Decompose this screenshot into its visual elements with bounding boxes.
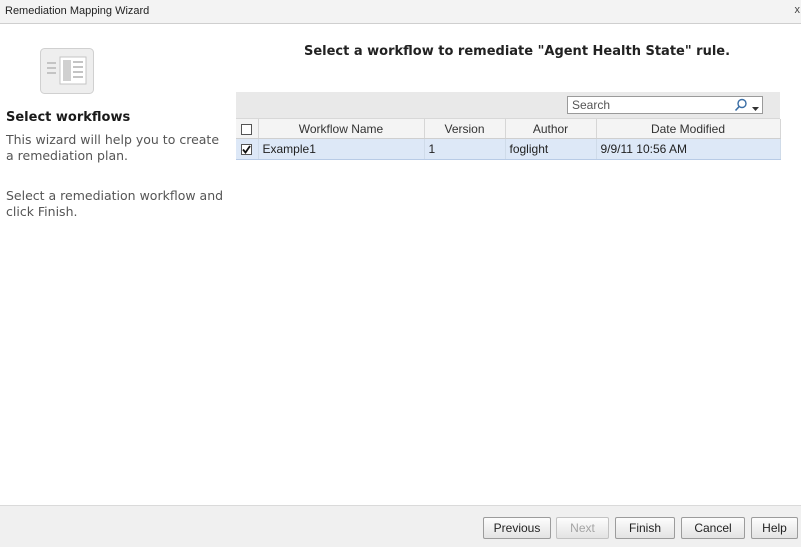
search-box: [567, 96, 763, 114]
wizard-footer: Previous Next Finish Cancel Help: [0, 505, 801, 547]
row-checkbox[interactable]: [241, 144, 253, 156]
cell-workflow-name: Example1: [258, 138, 425, 160]
wizard-list-icon: [40, 48, 94, 94]
step-heading: Select workflows: [6, 110, 131, 125]
title-bar: Remediation Mapping Wizard x: [0, 0, 801, 24]
step-description: This wizard will help you to create a re…: [6, 132, 220, 163]
column-header-author[interactable]: Author: [505, 119, 597, 139]
column-header-workflow-name[interactable]: Workflow Name: [258, 119, 425, 139]
workflow-grid: Workflow Name Version Author Date Modifi…: [236, 92, 781, 160]
column-header-date-modified[interactable]: Date Modified: [596, 119, 781, 139]
cell-date-modified: 9/9/11 10:56 AM: [596, 138, 781, 160]
table-row[interactable]: Example1 1 foglight 9/9/11 10:56 AM: [236, 138, 781, 160]
workflow-table: Workflow Name Version Author Date Modifi…: [236, 119, 781, 160]
select-all-checkbox[interactable]: [241, 123, 253, 135]
help-button[interactable]: Help: [751, 517, 798, 539]
table-header-row: Workflow Name Version Author Date Modifi…: [236, 119, 781, 139]
previous-button[interactable]: Previous: [483, 517, 551, 539]
page-title: Select a workflow to remediate "Agent He…: [303, 44, 731, 59]
finish-button[interactable]: Finish: [615, 517, 675, 539]
select-all-checkbox-cell[interactable]: [236, 119, 259, 139]
grid-toolbar: [236, 92, 780, 119]
step-instructions: Select a remediation workflow and click …: [6, 188, 224, 219]
next-button[interactable]: Next: [556, 517, 609, 539]
chevron-down-icon[interactable]: [752, 102, 759, 111]
window-title: Remediation Mapping Wizard: [5, 5, 150, 17]
column-header-version[interactable]: Version: [424, 119, 506, 139]
cell-author: foglight: [505, 138, 597, 160]
search-icon[interactable]: [734, 98, 748, 112]
cancel-button[interactable]: Cancel: [681, 517, 745, 539]
search-input[interactable]: [570, 97, 722, 113]
row-checkbox-cell[interactable]: [236, 138, 259, 160]
cell-version: 1: [424, 138, 506, 160]
close-icon[interactable]: x: [795, 4, 801, 16]
